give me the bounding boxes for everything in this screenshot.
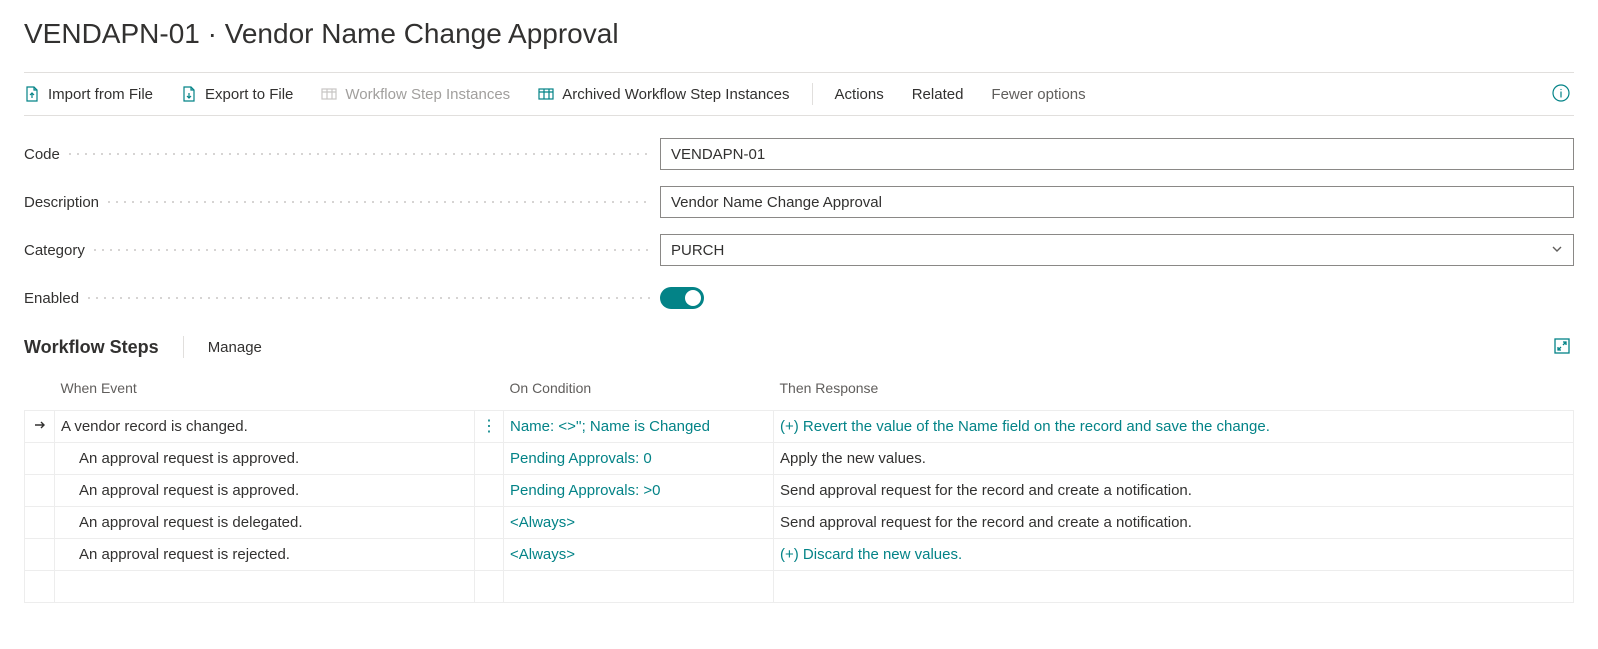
table-row[interactable]: An approval request is approved. Pending … (25, 443, 1574, 475)
condition-cell[interactable]: Name: <>''; Name is Changed (504, 411, 774, 443)
table-row[interactable]: An approval request is approved. Pending … (25, 475, 1574, 507)
response-cell[interactable]: Send approval request for the record and… (774, 475, 1574, 507)
workflow-steps-title: Workflow Steps (24, 337, 183, 358)
enabled-toggle[interactable] (660, 287, 704, 309)
description-input[interactable] (660, 186, 1574, 218)
actions-menu-label: Actions (835, 86, 884, 103)
event-cell[interactable]: An approval request is delegated. (55, 507, 475, 539)
condition-cell[interactable]: Pending Approvals: >0 (504, 475, 774, 507)
response-cell[interactable]: Apply the new values. (774, 443, 1574, 475)
page-title: VENDAPN-01 · Vendor Name Change Approval (24, 18, 1574, 50)
divider (183, 336, 184, 358)
table-row[interactable]: A vendor record is changed. ⋮ Name: <>''; … (25, 411, 1574, 443)
workflow-steps-header: Workflow Steps Manage (24, 336, 1574, 358)
header-on-condition: On Condition (504, 372, 774, 411)
manage-button[interactable]: Manage (208, 339, 262, 356)
event-cell[interactable]: A vendor record is changed. (55, 411, 475, 443)
condition-cell[interactable]: <Always> (504, 539, 774, 571)
export-to-file-button[interactable]: Export to File (167, 86, 307, 103)
condition-cell[interactable]: <Always> (504, 507, 774, 539)
condition-cell[interactable]: Pending Approvals: 0 (504, 443, 774, 475)
table-archived-icon (538, 86, 554, 102)
file-export-icon (181, 86, 197, 102)
step-instances-label: Workflow Step Instances (345, 86, 510, 103)
file-import-icon (24, 86, 40, 102)
response-cell[interactable]: Send approval request for the record and… (774, 507, 1574, 539)
table-icon (321, 86, 337, 102)
header-when-event: When Event (55, 372, 475, 411)
info-icon[interactable] (1548, 84, 1574, 105)
archived-workflow-step-instances-button[interactable]: Archived Workflow Step Instances (524, 86, 803, 103)
toggle-knob (685, 290, 701, 306)
workflow-steps-table: When Event On Condition Then Response A … (24, 372, 1574, 603)
description-label: Description (24, 194, 660, 211)
table-row-empty[interactable] (25, 571, 1574, 603)
code-input[interactable] (660, 138, 1574, 170)
event-cell[interactable]: An approval request is rejected. (55, 539, 475, 571)
actions-menu-button[interactable]: Actions (821, 86, 898, 103)
category-label: Category (24, 242, 660, 259)
category-select[interactable]: PURCH (660, 234, 1574, 266)
expand-icon[interactable] (1550, 338, 1574, 357)
import-label: Import from File (48, 86, 153, 103)
related-label: Related (912, 86, 964, 103)
header-then-response: Then Response (774, 372, 1574, 411)
chevron-down-icon (1551, 242, 1563, 259)
form-section: Code Description Category PURCH Enabled (24, 134, 1574, 318)
event-cell[interactable]: An approval request is approved. (55, 443, 475, 475)
row-indicator-icon (33, 419, 47, 436)
fewer-options-button[interactable]: Fewer options (977, 86, 1099, 103)
workflow-step-instances-button: Workflow Step Instances (307, 86, 524, 103)
response-cell[interactable]: (+) Revert the value of the Name field o… (774, 411, 1574, 443)
code-label: Code (24, 146, 660, 163)
export-label: Export to File (205, 86, 293, 103)
row-more-icon[interactable]: ⋮ (481, 418, 497, 435)
response-cell[interactable]: (+) Discard the new values. (774, 539, 1574, 571)
action-bar: Import from File Export to File Workflow… (24, 72, 1574, 116)
divider (812, 83, 813, 105)
fewer-options-label: Fewer options (991, 86, 1085, 103)
import-from-file-button[interactable]: Import from File (24, 86, 167, 103)
event-cell[interactable]: An approval request is approved. (55, 475, 475, 507)
category-value: PURCH (671, 242, 724, 259)
enabled-label: Enabled (24, 290, 660, 307)
table-row[interactable]: An approval request is delegated. <Always… (25, 507, 1574, 539)
related-menu-button[interactable]: Related (898, 86, 978, 103)
table-row[interactable]: An approval request is rejected. <Always>… (25, 539, 1574, 571)
archived-label: Archived Workflow Step Instances (562, 86, 789, 103)
